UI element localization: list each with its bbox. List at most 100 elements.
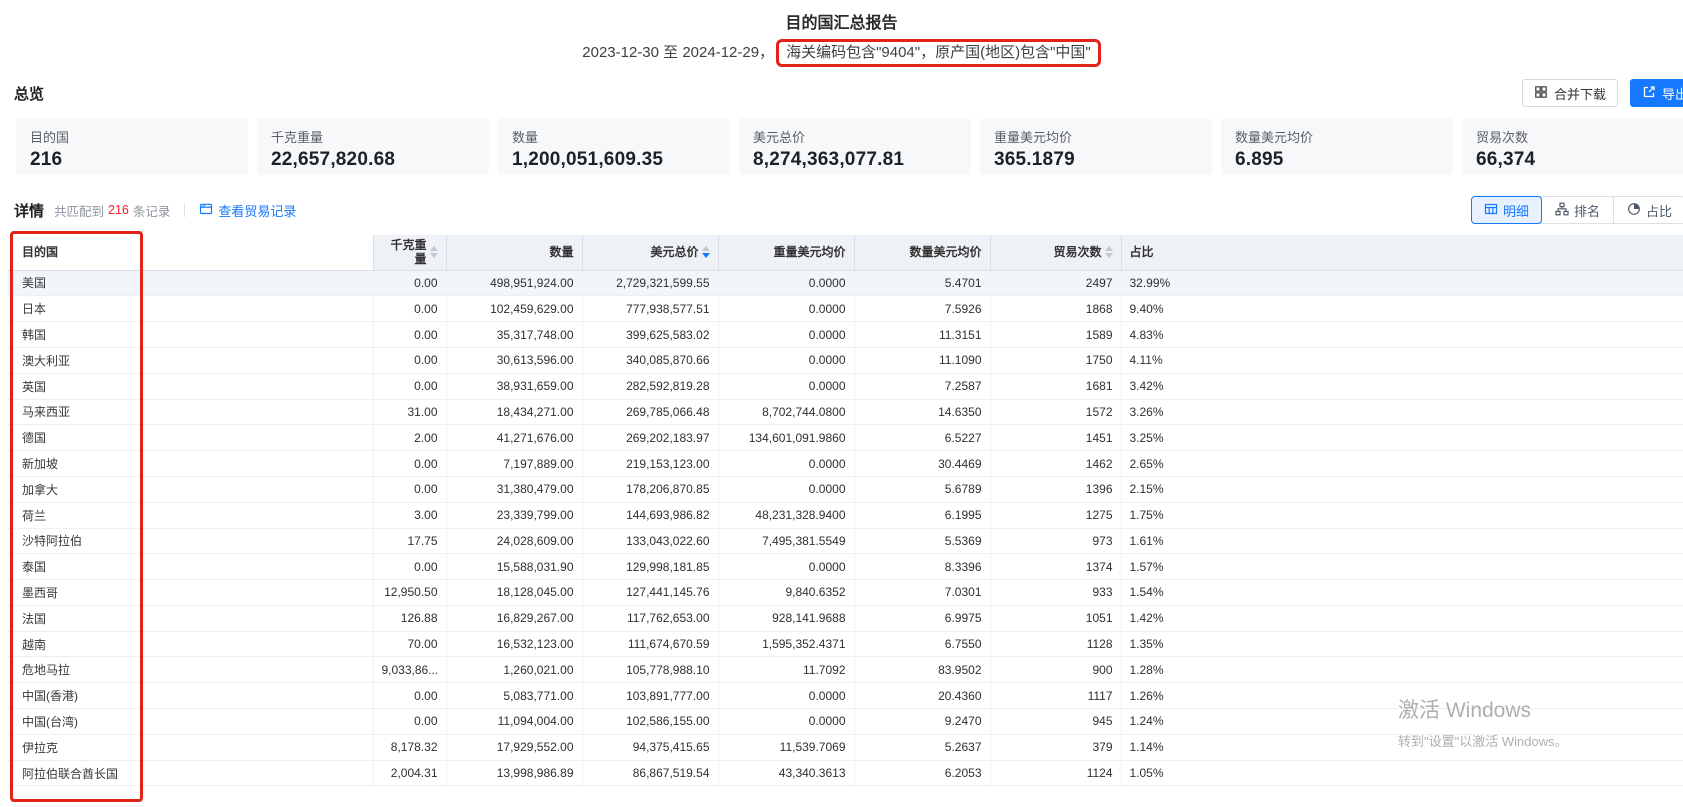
cell-value: 282,592,819.28 [582,373,718,399]
sort-carets-icon[interactable] [1105,246,1113,258]
tab-detail[interactable]: 明细 [1471,196,1542,224]
column-header-3[interactable]: 美元总价 [582,235,718,270]
cell-value: 9,840.6352 [718,580,854,606]
cell-value: 0.00 [373,322,446,348]
cell-value: 1681 [990,373,1121,399]
cell-value: 4.83% [1121,322,1683,348]
cell-value: 399,625,583.02 [582,322,718,348]
cell-value: 0.00 [373,554,446,580]
cell-value: 379 [990,734,1121,760]
cell-value: 1451 [990,425,1121,451]
report-header: 目的国汇总报告 2023-12-30 至 2024-12-29，海关编码包含"9… [0,0,1683,67]
export-label: 导出 [1662,84,1683,103]
tab-proportion[interactable]: 占比 [1613,197,1683,223]
cell-value: 7.2587 [854,373,990,399]
report-subtitle: 2023-12-30 至 2024-12-29，海关编码包含"9404"，原产国… [0,39,1683,67]
card-usd-per-weight: 重量美元均价 365.1879 [980,118,1212,175]
table-row: 中国(香港)0.005,083,771.00103,891,777.000.00… [8,683,1683,709]
cell-value: 0.0000 [718,709,854,735]
cell-value: 117,762,653.00 [582,605,718,631]
cell-value: 0.00 [373,709,446,735]
table-row: 伊拉克8,178.3217,929,552.0094,375,415.6511,… [8,734,1683,760]
cell-value: 105,778,988.10 [582,657,718,683]
cell-value: 41,271,676.00 [446,425,582,451]
column-header-4: 重量美元均价 [718,235,854,270]
ranking-icon [1555,202,1569,219]
cell-value: 3.42% [1121,373,1683,399]
cell-value: 1,260,021.00 [446,657,582,683]
cell-value: 1.05% [1121,760,1683,786]
sort-carets-icon[interactable] [702,246,710,258]
cell-value: 7,495,381.5549 [718,528,854,554]
table-row: 日本0.00102,459,629.00777,938,577.510.0000… [8,296,1683,322]
view-trade-records-icon [199,202,213,219]
cell-value: 1,595,352.4371 [718,631,854,657]
cell-country: 中国(台湾) [8,709,373,735]
cell-country: 德国 [8,425,373,451]
column-header-label: 数量 [549,245,573,259]
cell-value: 11.1090 [854,347,990,373]
cell-value: 0.00 [373,347,446,373]
column-header-2: 数量 [446,235,582,270]
table-row: 中国(台湾)0.0011,094,004.00102,586,155.000.0… [8,709,1683,735]
cell-value: 2,729,321,599.55 [582,270,718,296]
cell-value: 178,206,870.85 [582,476,718,502]
merge-download-icon [1534,85,1548,102]
annotation-filter-box: 海关编码包含"9404"，原产国(地区)包含"中国" [776,39,1101,67]
table-row: 新加坡0.007,197,889.00219,153,123.000.00003… [8,451,1683,477]
cell-value: 1.14% [1121,734,1683,760]
cell-value: 70.00 [373,631,446,657]
cell-value: 5,083,771.00 [446,683,582,709]
cell-value: 86,867,519.54 [582,760,718,786]
cell-country: 澳大利亚 [8,347,373,373]
cell-value: 0.0000 [718,373,854,399]
card-destination-country: 目的国 216 [16,118,248,175]
cell-country: 美国 [8,270,373,296]
cell-value: 23,339,799.00 [446,502,582,528]
cell-value: 219,153,123.00 [582,451,718,477]
view-trade-records-link[interactable]: 查看贸易记录 [199,201,296,220]
cell-value: 31.00 [373,399,446,425]
column-header-1[interactable]: 千克重量 [373,235,446,270]
tab-label: 排名 [1574,201,1600,220]
cell-value: 0.00 [373,373,446,399]
cell-value: 24,028,609.00 [446,528,582,554]
sort-carets-icon[interactable] [430,246,438,258]
table-row: 危地马拉9,033,86...1,260,021.00105,778,988.1… [8,657,1683,683]
export-icon [1642,85,1656,102]
cell-value: 18,128,045.00 [446,580,582,606]
cell-value: 0.0000 [718,296,854,322]
cell-value: 38,931,659.00 [446,373,582,399]
card-label: 目的国 [30,127,234,146]
table-row: 英国0.0038,931,659.00282,592,819.280.00007… [8,373,1683,399]
cell-value: 1396 [990,476,1121,502]
cell-value: 7.5926 [854,296,990,322]
cell-value: 5.5369 [854,528,990,554]
table-header-row: 目的国千克重量数量美元总价重量美元均价数量美元均价贸易次数占比 [8,235,1683,270]
cell-value: 0.00 [373,683,446,709]
merge-download-button[interactable]: 合并下载 [1522,79,1618,107]
cell-value: 0.0000 [718,322,854,348]
cell-country: 日本 [8,296,373,322]
cell-value: 5.2637 [854,734,990,760]
cell-value: 1117 [990,683,1121,709]
report-filter-text: 海关编码包含"9404"，原产国(地区)包含"中国" [786,44,1091,61]
cell-value: 498,951,924.00 [446,270,582,296]
view-mode-tabs: 明细 排名 占比 [1471,196,1683,224]
cell-value: 1374 [990,554,1121,580]
export-button[interactable]: 导出 [1630,79,1683,107]
cell-value: 102,586,155.00 [582,709,718,735]
cell-value: 43,340.3613 [718,760,854,786]
vertical-divider [184,203,185,217]
tab-ranking[interactable]: 排名 [1541,197,1613,223]
table-row: 法国126.8816,829,267.00117,762,653.00928,1… [8,605,1683,631]
column-header-6[interactable]: 贸易次数 [990,235,1121,270]
cell-value: 48,231,328.9400 [718,502,854,528]
cell-value: 0.0000 [718,270,854,296]
card-label: 贸易次数 [1476,127,1680,146]
cell-value: 269,785,066.48 [582,399,718,425]
cell-value: 2.65% [1121,451,1683,477]
cell-value: 127,441,145.76 [582,580,718,606]
cell-value: 126.88 [373,605,446,631]
card-usd-per-quantity: 数量美元均价 6.895 [1221,118,1453,175]
